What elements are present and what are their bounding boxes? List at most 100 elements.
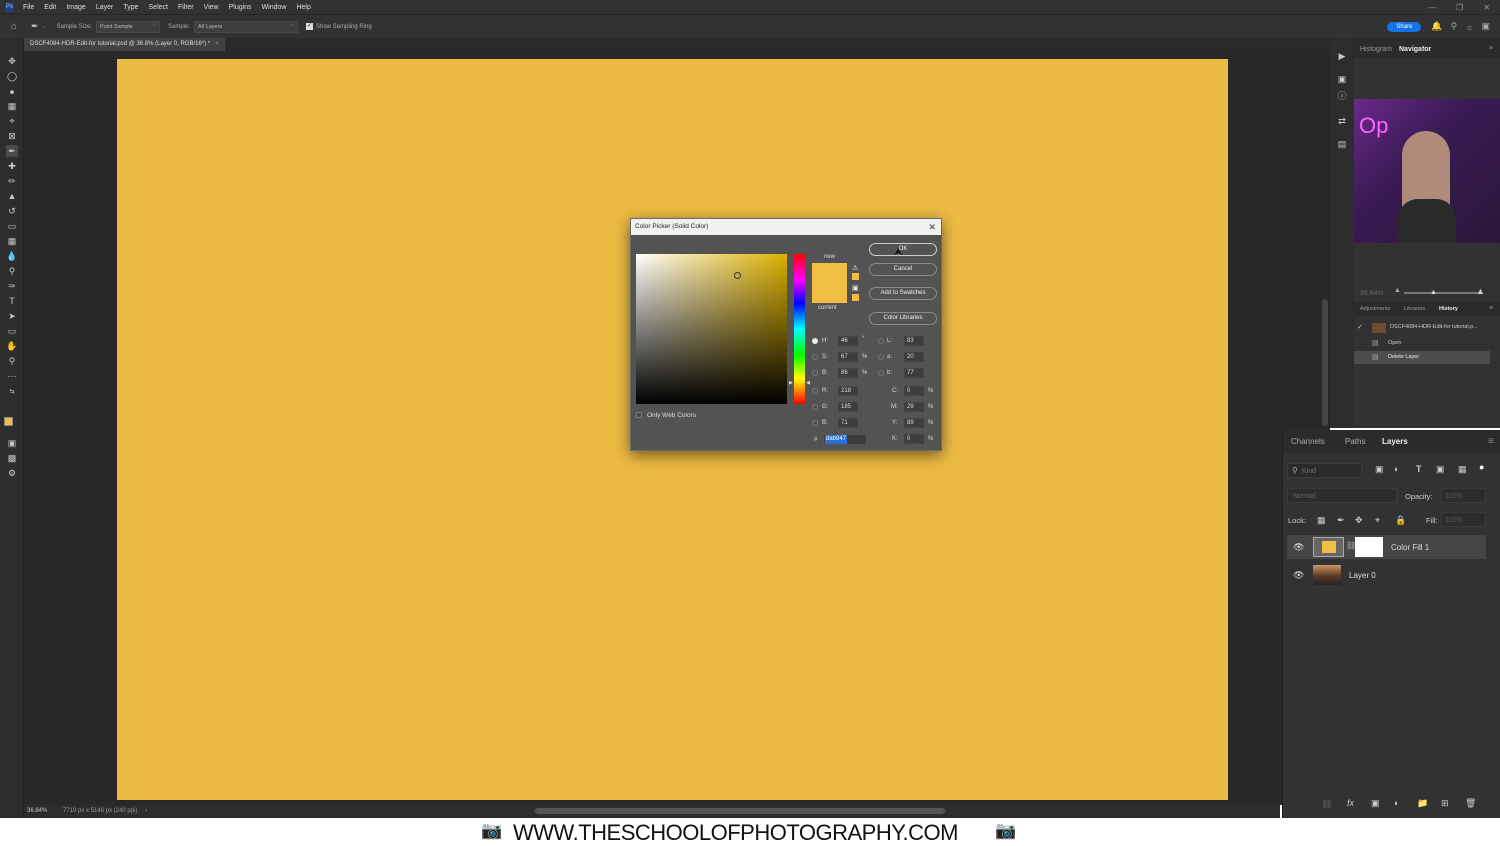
info-icon[interactable]: ⓘ — [1336, 90, 1348, 102]
properties-icon[interactable]: ⇄ — [1336, 115, 1348, 127]
home-icon[interactable]: ⌂ — [11, 21, 17, 32]
black-field[interactable]: 0 — [904, 434, 924, 444]
menu-plugins[interactable]: Plugins — [224, 4, 257, 11]
adjustment-layer-icon[interactable]: ◐ — [1394, 798, 1399, 808]
tab-paths[interactable]: Paths — [1345, 437, 1365, 446]
zoom-level[interactable]: 36.84% — [27, 808, 47, 814]
bell-icon[interactable]: 🔔 — [1431, 21, 1442, 32]
red-field[interactable]: 218 — [838, 386, 858, 396]
navigator-zoom[interactable]: 36.84% — [1360, 290, 1384, 297]
zoom-out-icon[interactable]: ▲ — [1394, 287, 1401, 294]
saturation-brightness-field[interactable] — [636, 254, 787, 404]
saturation-field[interactable]: 67 — [838, 352, 858, 362]
layer-mask-thumbnail[interactable] — [1355, 537, 1383, 557]
fx-icon[interactable]: fx — [1347, 798, 1354, 808]
clone-stamp-icon[interactable]: ▲ — [6, 190, 18, 202]
delete-layer-icon[interactable]: 🗑 — [1465, 798, 1476, 809]
zoom-in-icon[interactable]: ▲ — [1476, 286, 1485, 296]
menu-filter[interactable]: Filter — [173, 4, 199, 11]
workspace-icon[interactable]: ▣ — [1481, 21, 1490, 32]
tab-adjustments[interactable]: Adjustments — [1360, 306, 1390, 312]
move-tool-icon[interactable]: ✥ — [6, 55, 18, 67]
green-radio[interactable] — [812, 404, 818, 410]
object-select-tool-icon[interactable]: ▦ — [6, 100, 18, 112]
eyedropper-tool-icon[interactable]: ✒ — [6, 145, 18, 157]
image-panel-icon[interactable]: ▣ — [1336, 73, 1348, 85]
history-item-open[interactable]: ▤ Open — [1354, 337, 1490, 350]
tab-libraries[interactable]: Libraries — [1404, 306, 1425, 312]
color-libraries-button[interactable]: Color Libraries — [869, 312, 937, 325]
rectangle-tool-icon[interactable]: ▭ — [6, 325, 18, 337]
lightness-radio[interactable] — [878, 338, 884, 344]
brightness-field[interactable]: 86 — [838, 368, 858, 378]
fill-layer-thumbnail[interactable] — [1313, 537, 1344, 557]
fill-field[interactable]: 100% — [1441, 512, 1486, 527]
cancel-button[interactable]: Cancel — [869, 263, 937, 276]
document-tab[interactable]: DSCF4084-HDR-Edit-for tutorial.psd @ 36.… — [24, 38, 225, 51]
discover-icon[interactable]: ☼ — [1465, 22, 1473, 32]
show-ring-checkbox[interactable]: ✓ — [306, 23, 313, 30]
crop-tool-icon[interactable]: ⌖ — [6, 115, 18, 127]
menu-type[interactable]: Type — [118, 4, 143, 11]
menu-window[interactable]: Window — [257, 4, 292, 11]
filter-smart-object-icon[interactable]: ▦ — [1458, 464, 1467, 475]
add-mask-icon[interactable]: ▣ — [1371, 798, 1380, 809]
swatches-panel-icon[interactable]: ▤ — [1336, 138, 1348, 150]
menu-edit[interactable]: Edit — [39, 4, 61, 11]
lock-pixels-icon[interactable]: ✒ — [1337, 515, 1345, 526]
tab-histogram[interactable]: Histogram — [1360, 46, 1392, 53]
path-select-tool-icon[interactable]: ➤ — [6, 310, 18, 322]
a-channel-radio[interactable] — [878, 354, 884, 360]
tab-layers[interactable]: Layers — [1382, 437, 1408, 446]
menu-select[interactable]: Select — [144, 4, 173, 11]
filter-type-icon[interactable]: T — [1416, 464, 1422, 474]
tool-preset-chevron-icon[interactable]: ⌄ — [42, 23, 47, 30]
add-to-swatches-button[interactable]: Add to Swatches — [869, 287, 937, 300]
tab-channels[interactable]: Channels — [1291, 437, 1325, 446]
web-safe-swatch[interactable] — [852, 294, 859, 301]
menu-image[interactable]: Image — [61, 4, 90, 11]
quick-mask-icon[interactable]: ▣ — [6, 437, 18, 449]
b-channel-field[interactable]: 77 — [904, 368, 924, 378]
green-field[interactable]: 185 — [838, 402, 858, 412]
history-snapshot[interactable]: ✓ DSCF4084-HDR-Edit-for tutorial.p... — [1354, 321, 1490, 335]
edit-toolbar-icon[interactable]: ⚙ — [6, 467, 18, 479]
blue-radio[interactable] — [812, 420, 818, 426]
play-icon[interactable]: ▶ — [1336, 50, 1348, 62]
gamut-warning-icon[interactable]: ⚠ — [852, 264, 858, 272]
layer-row-color-fill[interactable]: 👁 ⛓ Color Fill 1 — [1287, 535, 1486, 559]
new-group-icon[interactable]: 📁 — [1417, 798, 1428, 809]
hue-slider-left-arrow[interactable]: ▶ — [789, 380, 793, 386]
foreground-color-swatch[interactable] — [4, 417, 13, 426]
close-window-icon[interactable]: ✕ — [1483, 3, 1490, 12]
zoom-slider-thumb[interactable]: ▲ — [1430, 289, 1437, 296]
swap-colors-icon[interactable]: ⇆ — [6, 386, 18, 398]
b-channel-radio[interactable] — [878, 370, 884, 376]
filter-shape-icon[interactable]: ▣ — [1436, 464, 1445, 475]
history-item-delete-layer[interactable]: ▤ Delete Layer — [1354, 351, 1490, 364]
hue-field[interactable]: 46 — [838, 336, 858, 346]
blue-field[interactable]: 71 — [838, 418, 858, 428]
new-current-swatch[interactable] — [812, 263, 847, 303]
history-menu-icon[interactable]: ≡ — [1489, 305, 1493, 312]
visibility-eye-icon[interactable]: 👁 — [1293, 542, 1304, 553]
frame-tool-icon[interactable]: ⊠ — [6, 130, 18, 142]
hue-slider-right-arrow[interactable]: ◀ — [806, 380, 810, 386]
healing-brush-icon[interactable]: ✚ — [6, 160, 18, 172]
lock-all-icon[interactable]: 🔒 — [1395, 515, 1406, 526]
cyan-field[interactable]: 0 — [904, 386, 924, 396]
visibility-eye-icon[interactable]: 👁 — [1293, 570, 1304, 581]
brush-tool-icon[interactable]: ✏ — [6, 175, 18, 187]
layer-name-color-fill[interactable]: Color Fill 1 — [1391, 543, 1429, 552]
more-tools-icon[interactable]: ⋯ — [6, 370, 18, 382]
yellow-field[interactable]: 89 — [904, 418, 924, 428]
menu-help[interactable]: Help — [291, 4, 315, 11]
filter-adjustment-icon[interactable]: ◐ — [1394, 464, 1399, 474]
menu-file[interactable]: File — [18, 4, 39, 11]
zoom-tool-icon[interactable]: ⚲ — [6, 355, 18, 367]
hue-radio[interactable] — [812, 338, 818, 344]
color-field-cursor[interactable] — [734, 272, 741, 279]
panel-menu-icon[interactable]: ≡ — [1489, 45, 1493, 52]
lock-position-icon[interactable]: ✥ — [1355, 515, 1363, 526]
horizontal-scrollbar[interactable] — [535, 808, 945, 814]
